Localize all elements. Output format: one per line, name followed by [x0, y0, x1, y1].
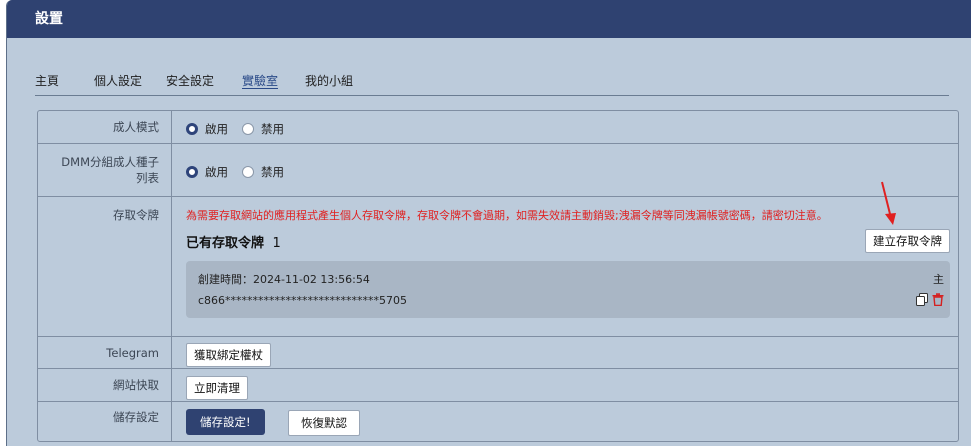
tab-security-settings[interactable]: 安全設定 — [166, 72, 214, 89]
clear-cache-button[interactable]: 立即清理 — [186, 376, 248, 400]
dmm-adult-list-value: 啟用 禁用 — [186, 144, 950, 196]
site-cache-label: 網站快取 — [38, 369, 172, 401]
token-value: c866****************************5705 — [198, 294, 408, 307]
adult-mode-options: 啟用 禁用 — [186, 121, 298, 137]
access-token-heading-text: 已有存取令牌 — [186, 236, 265, 251]
save-settings-label: 儲存設定 — [38, 402, 172, 441]
tab-personal-settings[interactable]: 個人設定 — [94, 72, 142, 89]
dmm-enable-label[interactable]: 啟用 — [205, 164, 228, 180]
dmm-adult-list-label: DMM分組成人種子 列表 — [38, 144, 172, 196]
access-token-count: 1 — [272, 236, 281, 251]
settings-panel: 設置 主頁 個人設定 安全設定 實驗室 我的小組 成人模式 啟用 禁用 DMM分… — [6, 0, 971, 446]
settings-form: 成人模式 啟用 禁用 DMM分組成人種子 列表 啟用 禁用 存取令牌 為需要存取… — [37, 110, 959, 442]
token-created-time: 創建時間：2024-11-02 13:56:54 — [198, 273, 370, 286]
red-arrow-annotation — [881, 181, 896, 225]
tab-bar: 主頁 個人設定 安全設定 實驗室 我的小組 — [35, 62, 949, 96]
adult-mode-enable-label[interactable]: 啟用 — [205, 121, 228, 137]
tab-home[interactable]: 主頁 — [35, 72, 59, 89]
row-telegram: Telegram 獲取綁定權杖 — [38, 337, 958, 369]
row-adult-mode: 成人模式 啟用 禁用 — [38, 111, 958, 144]
copy-icon[interactable] — [916, 293, 928, 306]
save-settings-button[interactable]: 儲存設定! — [186, 409, 265, 435]
token-main-tag: 主 — [933, 273, 944, 286]
adult-mode-value: 啟用 禁用 — [186, 111, 950, 143]
get-binding-token-button[interactable]: 獲取綁定權杖 — [186, 343, 271, 367]
row-site-cache: 網站快取 立即清理 — [38, 369, 958, 402]
access-token-label: 存取令牌 — [38, 197, 172, 336]
dmm-enable-radio[interactable] — [186, 166, 198, 178]
row-dmm-adult-list: DMM分組成人種子 列表 啟用 禁用 — [38, 144, 958, 197]
row-save-settings: 儲存設定 儲存設定! 恢復默認 — [38, 402, 958, 441]
telegram-value: 獲取綁定權杖 — [186, 337, 950, 368]
dmm-label-line1: DMM分組成人種子 — [61, 155, 159, 169]
adult-mode-label: 成人模式 — [38, 111, 172, 143]
tab-my-group[interactable]: 我的小組 — [305, 72, 353, 89]
access-token-warning: 為需要存取網站的應用程式產生個人存取令牌，存取令牌不會過期，如需失效請主動銷毀;… — [186, 209, 828, 222]
site-cache-value: 立即清理 — [186, 369, 950, 401]
restore-defaults-button[interactable]: 恢復默認 — [288, 410, 360, 436]
dmm-disable-label[interactable]: 禁用 — [261, 164, 284, 180]
save-settings-value: 儲存設定! 恢復默認 — [186, 402, 950, 441]
create-access-token-button[interactable]: 建立存取令牌 — [865, 229, 950, 253]
tab-lab[interactable]: 實驗室 — [242, 72, 278, 89]
window-title: 設置 — [7, 0, 971, 38]
trash-icon[interactable] — [932, 293, 944, 306]
telegram-label: Telegram — [38, 337, 172, 368]
access-token-heading: 已有存取令牌 1 — [186, 232, 281, 251]
adult-mode-disable-radio[interactable] — [242, 123, 254, 135]
adult-mode-disable-label[interactable]: 禁用 — [261, 121, 284, 137]
dmm-adult-options: 啟用 禁用 — [186, 164, 298, 180]
dmm-label-line2: 列表 — [136, 171, 159, 185]
adult-mode-enable-radio[interactable] — [186, 123, 198, 135]
access-token-card: 創建時間：2024-11-02 13:56:54 c866***********… — [186, 261, 950, 318]
access-token-value: 為需要存取網站的應用程式產生個人存取令牌，存取令牌不會過期，如需失效請主動銷毀;… — [186, 197, 950, 336]
dmm-disable-radio[interactable] — [242, 166, 254, 178]
row-access-token: 存取令牌 為需要存取網站的應用程式產生個人存取令牌，存取令牌不會過期，如需失效請… — [38, 197, 958, 337]
